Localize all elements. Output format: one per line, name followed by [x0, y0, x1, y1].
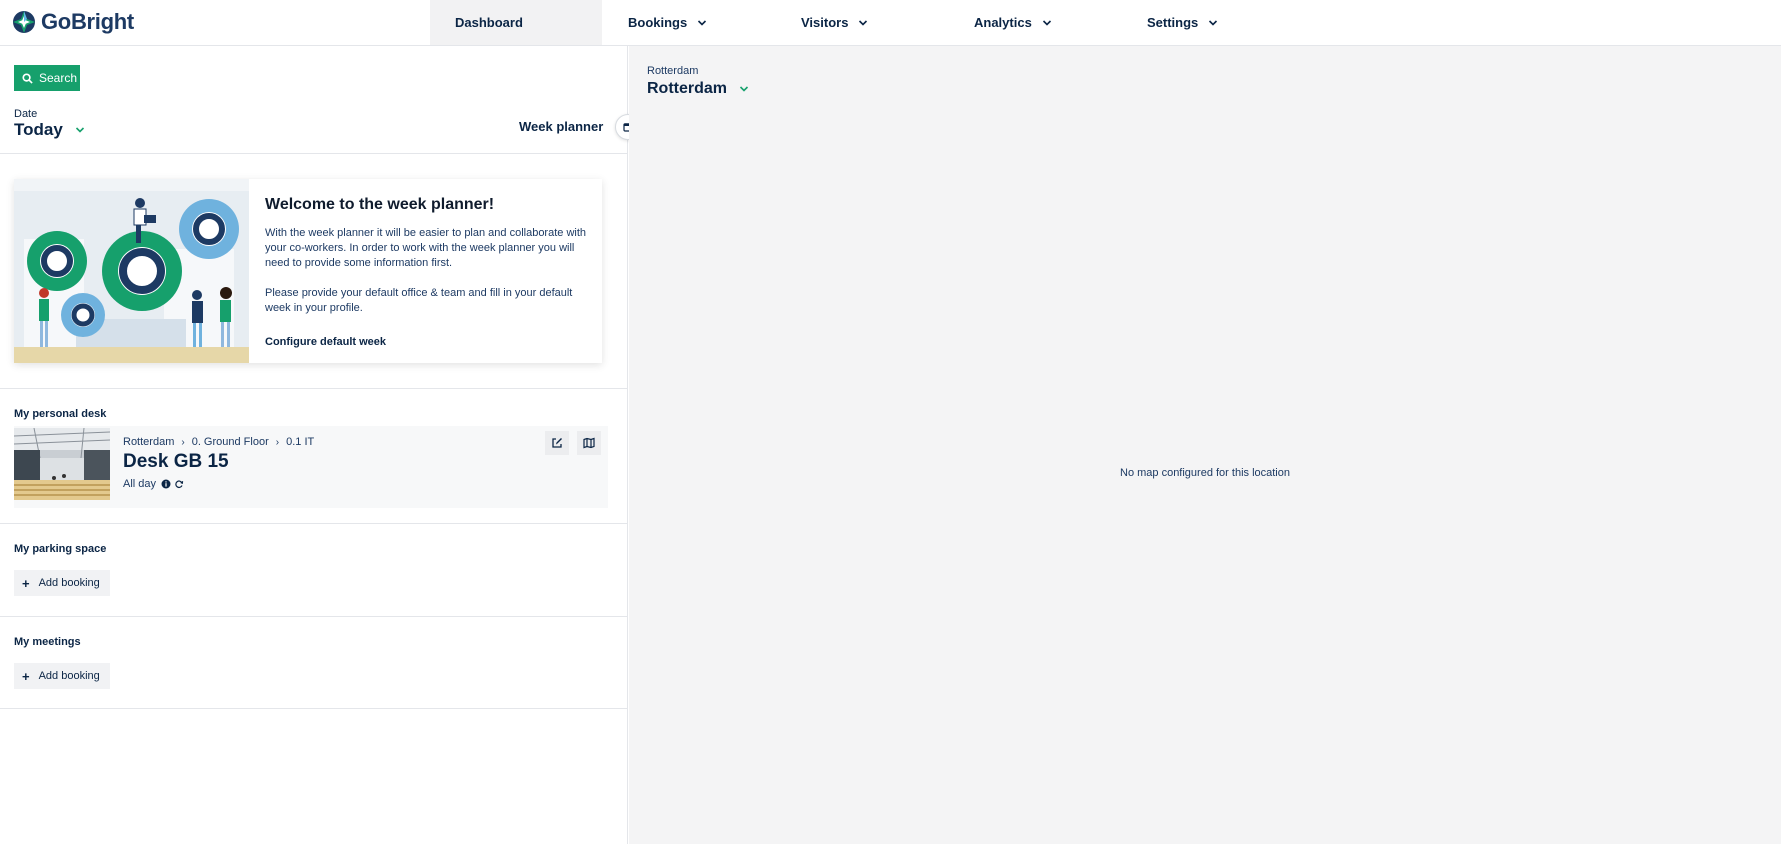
meetings-title: My meetings: [14, 636, 81, 648]
location-label: Rotterdam: [647, 65, 699, 77]
show-on-map-button[interactable]: [577, 431, 601, 455]
section-divider: [0, 616, 627, 617]
chevron-down-icon: [698, 19, 707, 26]
nav-analytics-label: Analytics: [974, 15, 1032, 30]
chevron-down-icon: [859, 19, 868, 26]
breadcrumb-separator: ›: [181, 436, 185, 448]
week-planner-welcome-card: Welcome to the week planner! With the we…: [14, 179, 602, 363]
map-panel: Rotterdam Rotterdam No map configured fo…: [629, 46, 1781, 844]
chevron-down-icon: [739, 86, 749, 92]
search-button-label: Search: [39, 71, 78, 85]
nav-settings-label: Settings: [1147, 15, 1199, 30]
breadcrumb-separator: ›: [275, 436, 280, 448]
welcome-instructions: Please provide your default office & tea…: [265, 287, 573, 314]
section-divider: [0, 523, 627, 524]
section-divider: [0, 708, 627, 709]
map-icon: [583, 437, 595, 449]
edit-desk-button[interactable]: [545, 431, 569, 455]
nav-bookings-label: Bookings: [628, 15, 688, 30]
nav-bookings[interactable]: Bookings: [628, 0, 707, 45]
date-value: Today: [14, 120, 63, 139]
desk-photo: [14, 428, 110, 500]
week-planner-illustration: [14, 179, 249, 363]
chevron-down-icon: [1042, 19, 1051, 26]
location-selector[interactable]: Rotterdam: [647, 80, 749, 98]
chevron-down-icon: [1209, 19, 1218, 26]
add-meeting-booking-label: Add booking: [38, 670, 100, 682]
plus-icon: +: [22, 575, 30, 591]
chevron-down-icon: [75, 127, 84, 133]
configure-default-week-link[interactable]: Configure default week: [265, 336, 386, 348]
search-button[interactable]: Search: [14, 65, 80, 91]
info-icon[interactable]: [161, 479, 171, 489]
no-map-message: No map configured for this location: [1120, 467, 1290, 479]
nav-visitors[interactable]: Visitors: [801, 0, 868, 45]
nav-analytics[interactable]: Analytics: [974, 0, 1052, 45]
date-label: Date: [14, 108, 38, 120]
search-icon: [22, 72, 33, 84]
add-parking-booking-label: Add booking: [38, 577, 100, 589]
add-parking-booking-button[interactable]: + Add booking: [14, 570, 110, 596]
breadcrumb-floor: 0. Ground Floor: [191, 436, 269, 448]
app-name: GoBright: [41, 9, 134, 34]
parking-space-title: My parking space: [14, 543, 107, 555]
personal-desk-card[interactable]: Rotterdam › 0. Ground Floor › 0.1 IT Des…: [14, 426, 608, 508]
section-divider: [0, 388, 627, 389]
recurring-icon: [175, 480, 184, 488]
nav-dashboard[interactable]: Dashboard: [430, 0, 602, 45]
top-navigation-bar: GoBright Dashboard Bookings Visitors Ana…: [0, 0, 1781, 46]
welcome-title: Welcome to the week planner!: [265, 196, 495, 213]
add-meeting-booking-button[interactable]: + Add booking: [14, 663, 110, 689]
breadcrumb-area: 0.1 IT: [286, 436, 315, 448]
nav-visitors-label: Visitors: [801, 15, 849, 30]
welcome-description: With the week planner it will be easier …: [265, 227, 587, 269]
gobright-logo-icon: [13, 11, 35, 33]
desk-name: Desk GB 15: [123, 451, 229, 472]
nav-dashboard-label: Dashboard: [455, 15, 523, 30]
desk-time-label: All day: [123, 478, 157, 490]
section-divider: [0, 153, 627, 154]
desk-time: All day: [123, 478, 184, 490]
location-value: Rotterdam: [647, 80, 728, 97]
plus-icon: +: [22, 668, 30, 684]
app-logo[interactable]: GoBright: [12, 7, 134, 37]
edit-icon: [552, 438, 562, 448]
breadcrumb-building: Rotterdam: [123, 436, 175, 448]
nav-settings[interactable]: Settings: [1147, 0, 1218, 45]
personal-desk-title: My personal desk: [14, 408, 107, 420]
date-selector[interactable]: Today: [14, 120, 85, 140]
week-planner-title: Week planner: [519, 119, 604, 134]
dashboard-left-panel: Search Date Today Week planner Welcome t…: [0, 46, 641, 844]
desk-location-breadcrumb: Rotterdam › 0. Ground Floor › 0.1 IT: [123, 436, 314, 448]
